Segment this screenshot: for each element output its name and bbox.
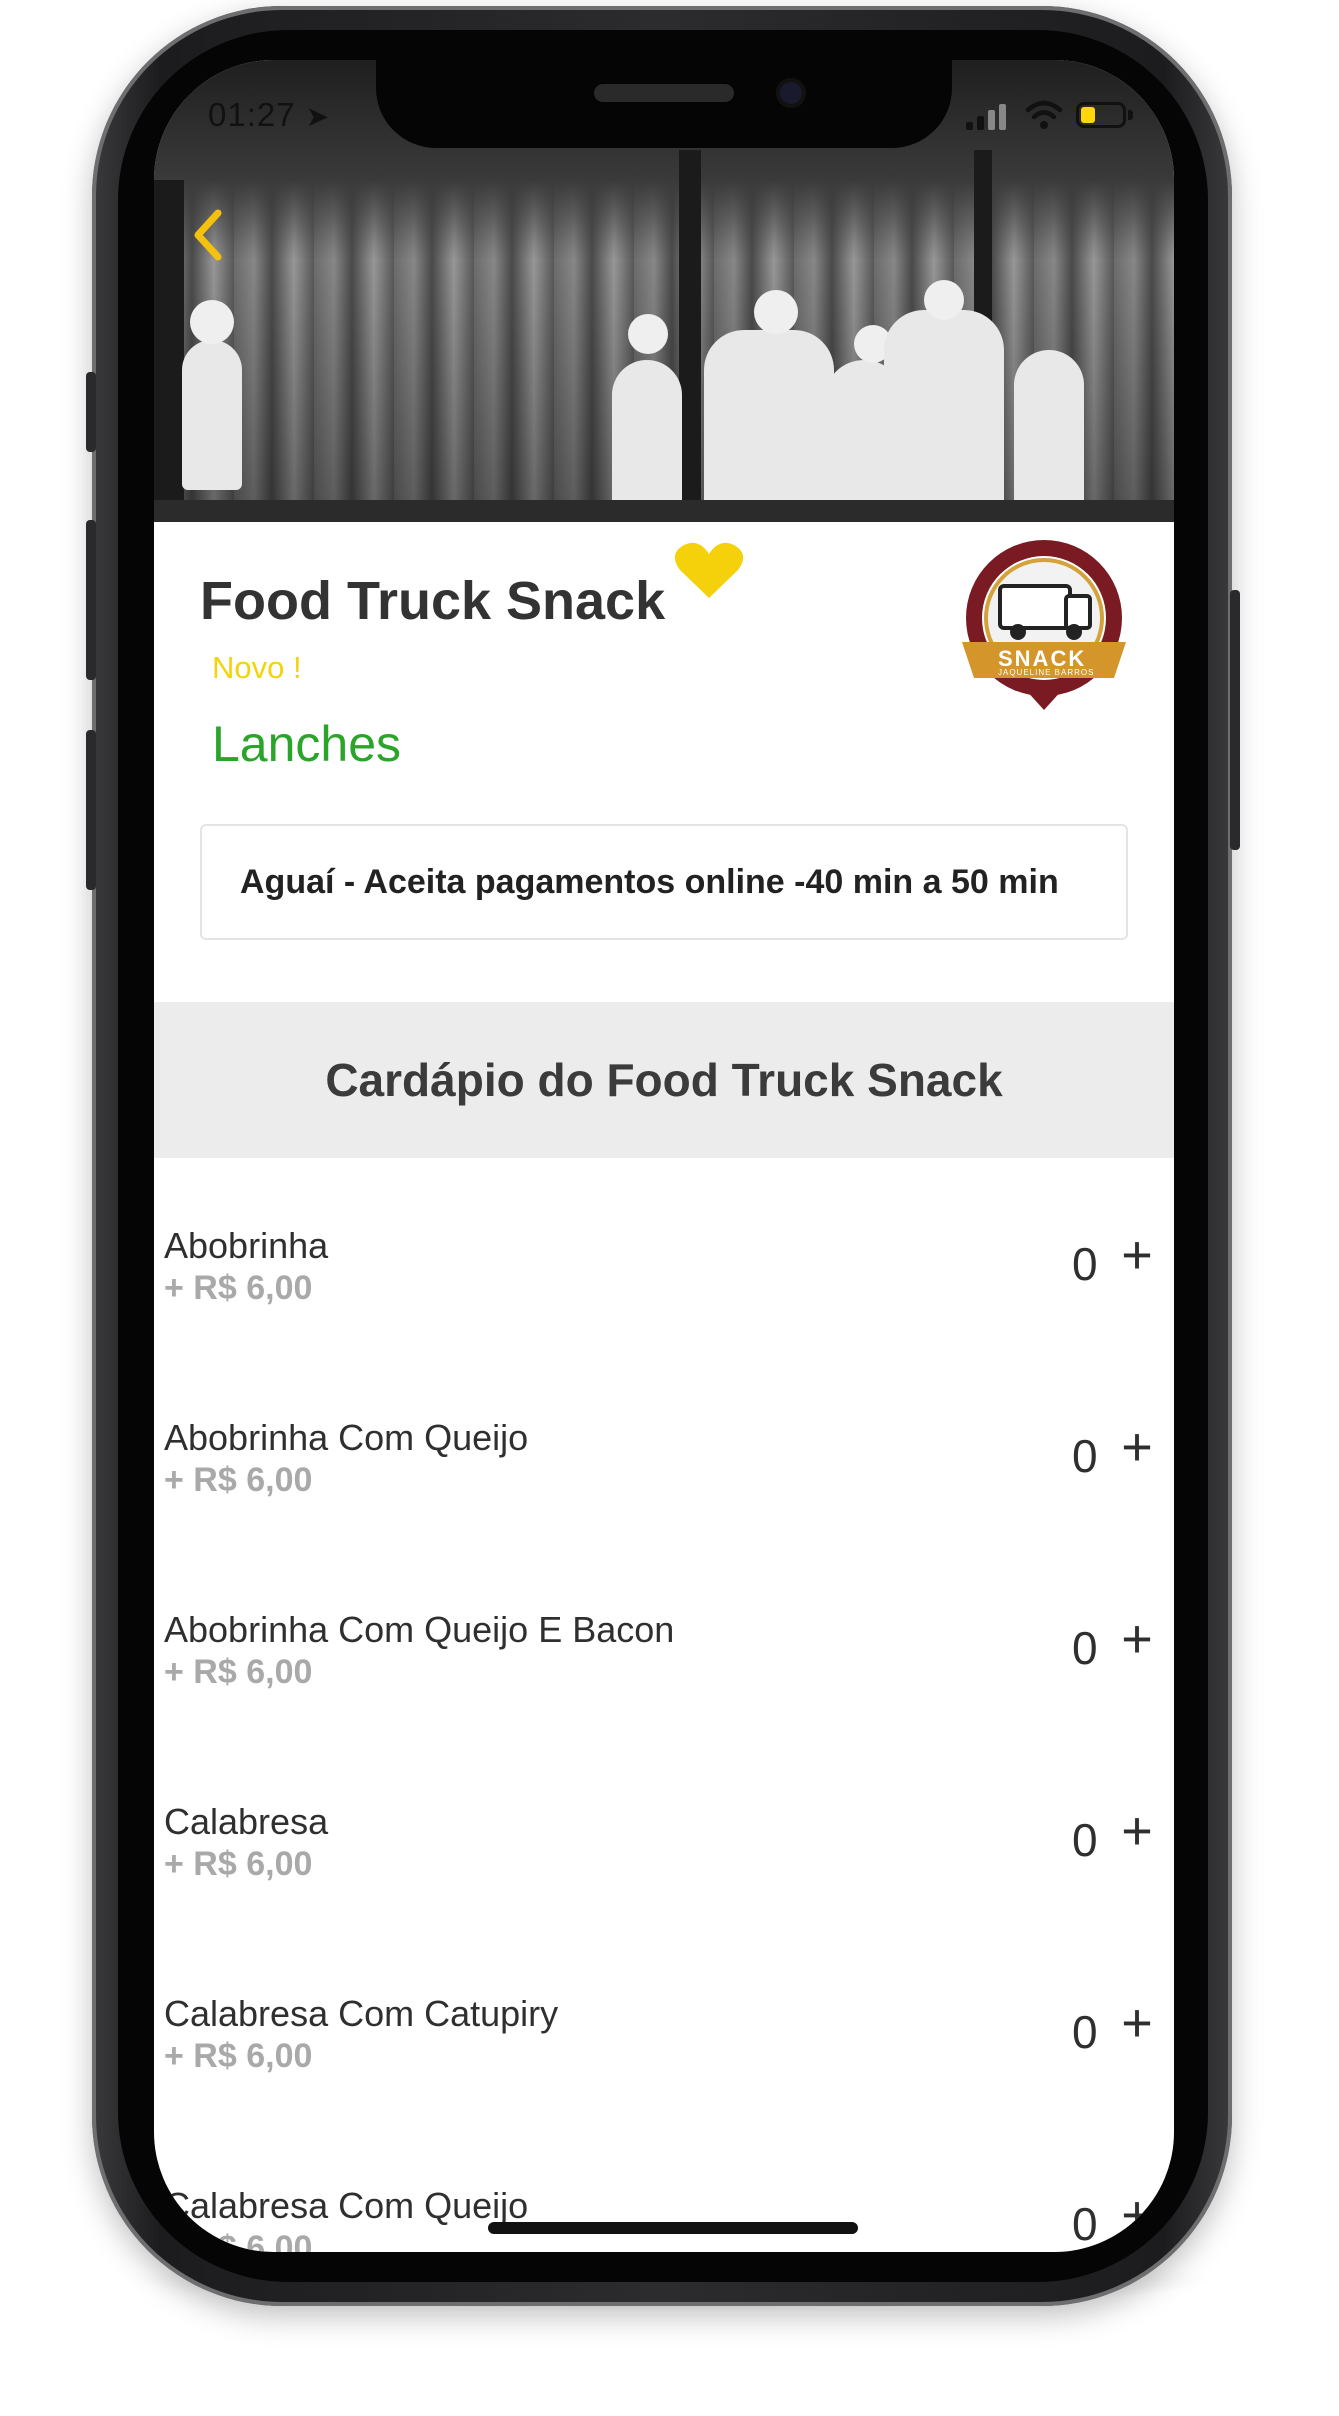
- menu-section-header: Cardápio do Food Truck Snack: [154, 1002, 1174, 1158]
- favorite-button[interactable]: [674, 540, 744, 600]
- menu-item-quantity: 0: [1072, 1622, 1098, 1674]
- back-button[interactable]: [178, 200, 238, 270]
- battery-level: [1081, 107, 1095, 123]
- add-item-button[interactable]: +: [1112, 2185, 1162, 2245]
- restaurant-name: Food Truck Snack: [200, 571, 666, 631]
- signal-icon: [988, 110, 995, 130]
- battery-icon: [1076, 102, 1126, 128]
- menu-item-quantity: 0: [1072, 2198, 1098, 2250]
- menu-item-price: + R$ 6,00: [164, 1461, 313, 1499]
- volume-down-button: [86, 730, 96, 890]
- status-time: 01:27 ➤: [208, 96, 330, 134]
- mute-switch: [86, 372, 96, 452]
- menu-title: Cardápio do Food Truck Snack: [325, 1054, 1003, 1106]
- menu-item-name: Calabresa Com Catupiry: [164, 1993, 559, 2034]
- restaurant-logo: SNACK JAQUELINE BARROS: [954, 538, 1134, 718]
- menu-item-quantity: 0: [1072, 1238, 1098, 1290]
- photo-cook: [182, 340, 242, 490]
- battery-tip: [1128, 110, 1133, 120]
- location-arrow-icon: ➤: [305, 101, 331, 132]
- add-item-button[interactable]: +: [1112, 1801, 1162, 1861]
- menu-item-name: Abobrinha: [164, 1225, 329, 1266]
- menu-item[interactable]: Calabresa + R$ 6,00 0 +: [154, 1801, 1174, 1921]
- front-camera: [776, 78, 806, 108]
- new-badge: Novo !: [212, 650, 302, 685]
- menu-item-quantity: 0: [1072, 1814, 1098, 1866]
- menu-item-price: + R$ 6,00: [164, 1269, 313, 1307]
- menu-item-quantity: 0: [1072, 2006, 1098, 2058]
- menu-item-name: Abobrinha Com Queijo: [164, 1417, 529, 1458]
- menu-item-quantity: 0: [1072, 1430, 1098, 1482]
- photo-cook-head: [190, 300, 234, 344]
- logo-subtext: JAQUELINE BARROS: [998, 668, 1095, 677]
- signal-icon: [966, 122, 973, 130]
- restaurant-category: Lanches: [212, 716, 402, 772]
- chevron-left-icon: [194, 209, 222, 261]
- volume-up-button: [86, 520, 96, 680]
- menu-item-price: + R$ 6,00: [164, 2037, 313, 2075]
- menu-item[interactable]: Abobrinha Com Queijo + R$ 6,00 0 +: [154, 1417, 1174, 1537]
- power-button: [1230, 590, 1240, 850]
- speaker-grille: [594, 84, 734, 102]
- menu-item-price: + R$ 6,00: [164, 1653, 313, 1691]
- menu-item-price: + R$ 6,00: [164, 1845, 313, 1883]
- photo-cook: [884, 310, 1004, 510]
- menu-item-name: Abobrinha Com Queijo E Bacon: [164, 1609, 675, 1650]
- add-item-button[interactable]: +: [1112, 1225, 1162, 1285]
- status-indicators: [966, 100, 1136, 130]
- photo-cook-head: [754, 290, 798, 334]
- signal-icon: [977, 116, 984, 130]
- photo-bottom-edge: [154, 500, 1174, 522]
- add-item-button[interactable]: +: [1112, 1609, 1162, 1669]
- menu-item[interactable]: Calabresa Com Catupiry + R$ 6,00 0 +: [154, 1993, 1174, 2113]
- delivery-info-text: Aguaí - Aceita pagamentos online -40 min…: [240, 862, 1059, 901]
- wifi-icon: [1025, 100, 1063, 129]
- home-indicator[interactable]: [488, 2222, 858, 2234]
- photo-cook: [704, 330, 834, 510]
- menu-item-name: Calabresa Com Queijo: [164, 2185, 529, 2226]
- signal-icon: [999, 104, 1006, 130]
- menu-item-price: + R$ 6,00: [164, 2229, 313, 2252]
- delivery-info-box: Aguaí - Aceita pagamentos online -40 min…: [200, 824, 1128, 940]
- photo-cook-head: [628, 314, 668, 354]
- menu-item-name: Calabresa: [164, 1801, 329, 1842]
- add-item-button[interactable]: +: [1112, 1417, 1162, 1477]
- screen: 01:27 ➤ Food Truck Snack Novo ! Lanches: [154, 60, 1174, 2252]
- notch: [376, 60, 952, 148]
- photo-cook-head: [924, 280, 964, 320]
- photo-cook: [612, 360, 682, 510]
- menu-item[interactable]: Calabresa Com Queijo + R$ 6,00 0 +: [154, 2185, 1174, 2252]
- menu-item[interactable]: Abobrinha Com Queijo E Bacon + R$ 6,00 0…: [154, 1609, 1174, 1729]
- status-time-text: 01:27: [208, 96, 296, 133]
- photo-pillar: [679, 150, 701, 510]
- heart-icon: [674, 542, 744, 598]
- photo-cook: [1014, 350, 1084, 510]
- menu-item[interactable]: Abobrinha + R$ 6,00 0 +: [154, 1225, 1174, 1345]
- add-item-button[interactable]: +: [1112, 1993, 1162, 2053]
